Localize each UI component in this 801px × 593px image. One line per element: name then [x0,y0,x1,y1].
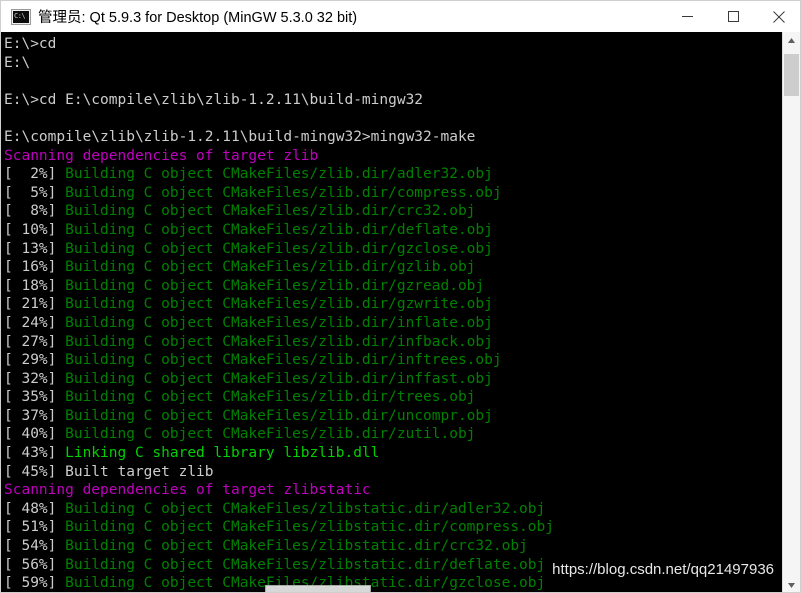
console-line-segment: [ 51%] [4,519,66,536]
console-line: [ 51%] Building C object CMakeFiles/zlib… [4,518,784,537]
console-line-segment: [ 29%] [4,352,66,369]
console-line: [ 40%] Building C object CMakeFiles/zlib… [4,425,784,444]
console-line: [ 16%] Building C object CMakeFiles/zlib… [4,258,784,277]
console-line: [ 59%] Building C object CMakeFiles/zlib… [4,574,784,592]
console-line-segment: Building C object CMakeFiles/zlib.dir/in… [65,370,493,387]
cmd-console-icon-glyph: C:\ [14,11,26,20]
console-line-segment: Building C object CMakeFiles/zlib.dir/gz… [65,296,493,313]
maximize-icon [727,11,739,22]
console-line-segment: Building C object CMakeFiles/zlib.dir/in… [65,333,493,350]
console-line: [ 48%] Building C object CMakeFiles/zlib… [4,500,784,519]
console-line-segment: Building C object CMakeFiles/zlibstatic.… [65,519,554,536]
console-line-segment: Building C object CMakeFiles/zlib.dir/cr… [65,203,476,220]
console-line: Scanning dependencies of target zlib [4,147,784,166]
console-line: [ 24%] Building C object CMakeFiles/zlib… [4,314,784,333]
console-line-segment: [ 59%] [4,575,66,592]
console-line: [ 56%] Building C object CMakeFiles/zlib… [4,556,784,575]
cmd-console-icon: C:\ [11,8,31,25]
console-line-segment: [ 48%] [4,500,66,517]
console-line: [ 8%] Building C object CMakeFiles/zlib.… [4,202,784,221]
console-line-segment: [ 45%] Built target zlib [4,463,214,480]
console-line-segment: Building C object CMakeFiles/zlib.dir/de… [65,221,493,238]
console-line-segment: [ 54%] [4,538,66,555]
scroll-up-arrow-icon[interactable] [783,32,800,49]
console-line: [ 54%] Building C object CMakeFiles/zlib… [4,537,784,556]
console-line: [ 45%] Built target zlib [4,463,784,482]
console-line-segment: [ 18%] [4,277,66,294]
console-line-segment: Building C object CMakeFiles/zlib.dir/in… [65,352,502,369]
console-line: [ 43%] Linking C shared library libzlib.… [4,444,784,463]
console-line-segment: [ 56%] [4,556,66,573]
minimize-button[interactable] [664,1,710,32]
console-line: [ 10%] Building C object CMakeFiles/zlib… [4,221,784,240]
console-line: [ 18%] Building C object CMakeFiles/zlib… [4,277,784,296]
console-line-segment: Linking C shared library libzlib.dll [65,445,380,462]
console-line-segment: [ 43%] [4,445,66,462]
console-line: [ 5%] Building C object CMakeFiles/zlib.… [4,184,784,203]
console-line: [ 35%] Building C object CMakeFiles/zlib… [4,388,784,407]
console-line: Scanning dependencies of target zlibstat… [4,481,784,500]
console-line-segment: Building C object CMakeFiles/zlib.dir/tr… [65,389,476,406]
console-line-segment: Building C object CMakeFiles/zlib.dir/zu… [65,426,476,443]
console-line: [ 29%] Building C object CMakeFiles/zlib… [4,351,784,370]
console-line-segment: [ 2%] [4,166,66,183]
console-line-segment: Building C object CMakeFiles/zlib.dir/in… [65,314,493,331]
console-line-list: E:\>cd E:\ E:\>cd E:\compile\zlib\zlib-1.2… [4,35,784,592]
scroll-down-arrow-icon[interactable] [783,577,800,592]
vertical-scrollbar[interactable] [782,32,800,592]
console-line-segment: [ 35%] [4,389,66,406]
console-line: [ 21%] Building C object CMakeFiles/zlib… [4,295,784,314]
console-line-segment: [ 16%] [4,259,66,276]
window-title: 管理员: Qt 5.9.3 for Desktop (MinGW 5.3.0 3… [38,10,358,26]
console-output-area[interactable]: E:\>cd E:\ E:\>cd E:\compile\zlib\zlib-1.2… [1,32,784,592]
console-line: E:\>cd E:\compile\zlib\zlib-1.2.11\build… [4,91,784,110]
console-line-segment: [ 8%] [4,203,66,220]
console-line: E:\compile\zlib\zlib-1.2.11\build-mingw3… [4,128,784,147]
console-line-segment: [ 24%] [4,314,66,331]
minimize-icon [681,16,693,17]
console-line-segment: E:\>cd [4,36,57,52]
console-line-segment: Scanning dependencies of target zlibstat… [4,482,371,499]
close-button[interactable] [756,1,800,32]
console-line: [ 32%] Building C object CMakeFiles/zlib… [4,370,784,389]
scrollbar-thumb[interactable] [784,54,799,96]
window-controls [664,1,800,32]
title-bar: C:\ 管理员: Qt 5.9.3 for Desktop (MinGW 5.3… [1,1,800,32]
console-line-segment: [ 13%] [4,240,66,257]
console-line-segment: [ 27%] [4,333,66,350]
console-line-segment: Building C object CMakeFiles/zlibstatic.… [65,538,528,555]
console-window: C:\ 管理员: Qt 5.9.3 for Desktop (MinGW 5.3… [0,0,801,593]
background-window-fragment [265,585,371,592]
console-line-segment: Building C object CMakeFiles/zlib.dir/co… [65,184,502,201]
console-line-segment: Scanning dependencies of target zlib [4,147,319,164]
console-line-segment: [ 40%] [4,426,66,443]
console-line-segment: [ 5%] [4,184,66,201]
console-line: [ 27%] Building C object CMakeFiles/zlib… [4,333,784,352]
console-line-segment: [ 10%] [4,221,66,238]
console-line-segment: Building C object CMakeFiles/zlib.dir/un… [65,407,493,424]
console-line: E:\>cd [4,35,784,54]
console-line: E:\ [4,54,784,73]
console-line: [ 37%] Building C object CMakeFiles/zlib… [4,407,784,426]
console-line-segment: E:\ [4,54,31,71]
console-line-segment: [ 21%] [4,296,66,313]
console-line-segment: E:\compile\zlib\zlib-1.2.11\build-mingw3… [4,128,476,145]
console-line-segment: Building C object CMakeFiles/zlib.dir/gz… [65,259,476,276]
close-icon [773,10,785,23]
console-line: [ 2%] Building C object CMakeFiles/zlib.… [4,165,784,184]
console-line-segment: Building C object CMakeFiles/zlib.dir/ad… [65,166,493,183]
console-line-segment: Building C object CMakeFiles/zlib.dir/gz… [65,277,485,294]
title-bar-left: C:\ 管理员: Qt 5.9.3 for Desktop (MinGW 5.3… [1,6,664,27]
console-line-segment: [ 37%] [4,407,66,424]
console-line: [ 13%] Building C object CMakeFiles/zlib… [4,240,784,259]
console-line-segment: E:\>cd E:\compile\zlib\zlib-1.2.11\build… [4,91,424,108]
console-line-segment: [ 32%] [4,370,66,387]
maximize-button[interactable] [710,1,756,32]
console-line-segment: Building C object CMakeFiles/zlibstatic.… [65,556,546,573]
console-line-segment: Building C object CMakeFiles/zlibstatic.… [65,500,546,517]
console-line-segment: Building C object CMakeFiles/zlib.dir/gz… [65,240,493,257]
